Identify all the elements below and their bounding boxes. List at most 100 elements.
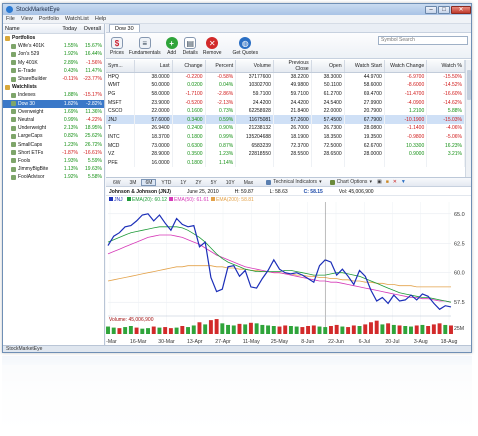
column-header[interactable]: Volume — [235, 60, 274, 73]
table-row[interactable]: INTC 18.3700 0.1800 0.99% 135204688 18.1900 18… — [106, 132, 465, 142]
range-button-5y[interactable]: 5Y — [207, 179, 221, 186]
column-header[interactable]: Sym... — [106, 60, 135, 73]
today-change: 1.69% — [63, 108, 78, 115]
legend-swatch — [211, 197, 215, 201]
tree-item[interactable]: My 401K 2.89% -1.56% — [3, 59, 104, 67]
chart-options-button[interactable]: Chart Options ▾ — [329, 179, 372, 185]
range-button-max[interactable]: Max — [240, 179, 257, 186]
tree-item[interactable]: Dow 30 1.82% -2.82% — [3, 99, 104, 108]
today-change: 1.93% — [63, 157, 78, 164]
column-header[interactable]: Watch Start — [344, 60, 385, 73]
table-row[interactable]: CSCO 22.0000 0.1600 0.73% 62258928 21.8400 22.… — [106, 106, 465, 116]
minimize-button[interactable]: – — [425, 5, 437, 14]
tree-group-6[interactable]: Watchlists — [3, 83, 104, 91]
tab-dow-30[interactable]: Dow 30 — [109, 24, 140, 32]
symbol-search-input[interactable]: Symbol Search — [378, 36, 468, 45]
prices-button[interactable]: $ Prices — [110, 37, 124, 56]
details-button[interactable]: ▤ Details — [183, 37, 198, 56]
tree-item[interactable]: Fools 1.93% 5.59% — [3, 157, 104, 165]
table-cell: 27.9900 — [344, 98, 385, 107]
range-button-ytd[interactable]: YTD — [157, 179, 175, 186]
volume-bar — [231, 325, 236, 334]
table-row[interactable]: MSFT 23.9000 -0.5200 -2.13% 24.4200 24.4200 24… — [106, 98, 465, 107]
table-cell: CSCO — [106, 106, 135, 116]
table-cell: 135204688 — [235, 132, 274, 142]
scrollbar-thumb[interactable] — [467, 70, 471, 100]
range-button-2y[interactable]: 2Y — [192, 179, 206, 186]
column-header[interactable]: Previous Close — [273, 60, 312, 73]
tree-item[interactable]: JimmyBigBite 1.13% 19.63% — [3, 165, 104, 173]
volume-bar — [300, 327, 305, 334]
today-change: 0.99% — [63, 116, 78, 123]
get-quotes-button[interactable]: ◍ Get Quotes — [233, 37, 258, 56]
table-row[interactable]: WMT 50.0000 0.0200 0.04% 10302700 49.9800 50.1… — [106, 81, 465, 90]
menu-view[interactable]: View — [21, 16, 33, 22]
tree-item[interactable]: Underweight 2.13% 18.95% — [3, 124, 104, 132]
tree-item[interactable]: E-Trade 0.43% 11.47% — [3, 67, 104, 75]
tree-group-0[interactable]: Portfolios — [3, 34, 104, 42]
table-row[interactable]: MCD 73.0000 0.6300 0.87% 6583239 72.3700 72.50… — [106, 141, 465, 150]
tree-item-label: LargeCaps — [18, 133, 43, 140]
table-cell: T — [106, 124, 135, 133]
table-row[interactable]: T 26.9400 0.2400 0.90% 21238132 26.7000 26.730… — [106, 124, 465, 133]
chevron-down-icon: ▼ — [400, 179, 406, 185]
column-today[interactable]: Today — [57, 26, 77, 32]
table-row[interactable]: VZ 28.9000 0.3500 1.23% 22818550 28.5500 28.65… — [106, 149, 465, 159]
menu-watchlist[interactable]: WatchList — [65, 16, 89, 22]
technical-indicators-button[interactable]: Technical Indicators ▾ — [266, 179, 322, 185]
range-button-6w[interactable]: 6W — [109, 179, 125, 186]
tree-item[interactable]: Jon's 529 1.92% 16.44% — [3, 50, 104, 58]
table-cell: MSFT — [106, 98, 135, 107]
close-button[interactable]: ✕ — [451, 5, 471, 14]
table-row[interactable]: JNJ 57.6000 0.3400 0.59% 11675081 57.2600 57.4… — [106, 115, 465, 125]
column-header[interactable]: Watch Change — [384, 60, 428, 73]
tree-item[interactable]: Short ETFs -1.87% -16.61% — [3, 149, 104, 157]
menu-help[interactable]: Help — [95, 16, 106, 22]
table-cell: -11.4700 — [384, 89, 428, 99]
table-cell: 1.2100 — [384, 106, 428, 116]
tree-item[interactable]: SmallCaps 1.23% 26.72% — [3, 140, 104, 148]
maximize-button[interactable]: □ — [438, 5, 450, 14]
add-label: Add — [167, 50, 177, 56]
tree-item[interactable]: Neutral 0.99% -4.22% — [3, 116, 104, 124]
range-button-10y[interactable]: 10Y — [222, 179, 239, 186]
tree-item[interactable]: Overweight 1.69% 11.36% — [3, 108, 104, 116]
print-button[interactable]: ▣ — [377, 179, 382, 185]
table-row[interactable]: HPQ 38.0000 -0.2200 -0.58% 37177600 38.2200 38… — [106, 72, 465, 82]
tree-item[interactable]: ShareBuilder -0.11% -23.77% — [3, 75, 104, 83]
chart-options-label: Chart Options — [336, 179, 368, 185]
table-cell: 58.0000 — [134, 89, 173, 99]
column-header[interactable]: Open — [311, 60, 345, 73]
tree-item[interactable]: LargeCaps 0.82% 25.62% — [3, 132, 104, 140]
table-row[interactable]: PFE 16.0000 0.1800 1.14% — [106, 158, 465, 168]
volume-bar — [186, 327, 191, 334]
table-row[interactable]: PG 58.0000 -1.7100 -2.86% 59.7100 59.7100 61.2… — [106, 89, 465, 99]
table-cell: 26.9400 — [134, 124, 173, 133]
save-image-button[interactable]: ■ — [386, 179, 389, 185]
remove-button[interactable]: ✕ Remove — [203, 37, 222, 56]
column-header[interactable]: Percent — [205, 60, 237, 73]
range-button-6m[interactable]: 6M — [141, 178, 157, 186]
column-header[interactable]: Last — [134, 60, 173, 73]
menu-file[interactable]: File — [6, 16, 15, 22]
table-scrollbar[interactable] — [465, 60, 471, 177]
today-change: 1.23% — [63, 141, 78, 148]
collapse-chart-button[interactable]: ▼ — [401, 179, 406, 185]
close-chart-button[interactable]: ✕ — [393, 179, 397, 185]
tree-item[interactable]: FoolAdvisor 1.92% 5.58% — [3, 173, 104, 181]
column-header[interactable]: Change — [172, 60, 206, 73]
column-name[interactable]: Name — [5, 26, 57, 32]
range-button-3m[interactable]: 3M — [126, 179, 141, 186]
add-button[interactable]: + Add — [165, 37, 178, 56]
legend-label: JNJ — [114, 197, 123, 203]
range-button-1y[interactable]: 1Y — [176, 179, 190, 186]
tree-item[interactable]: Wife's 401K 1.55% 15.67% — [3, 42, 104, 50]
table-cell: 1.23% — [205, 149, 237, 159]
column-overall[interactable]: Overall — [77, 26, 101, 32]
menu-portfolio[interactable]: Portfolio — [39, 16, 59, 22]
legend-swatch — [127, 197, 131, 201]
tree-item[interactable]: Indexes 1.88% -15.17% — [3, 91, 104, 99]
price-chart[interactable]: 65.062.560.057.52-Mar16-Mar30-Mar13-Apr2… — [106, 196, 472, 346]
column-header[interactable]: Watch % — [426, 60, 465, 73]
fundamentals-button[interactable]: ≡ Fundamentals — [129, 37, 161, 56]
